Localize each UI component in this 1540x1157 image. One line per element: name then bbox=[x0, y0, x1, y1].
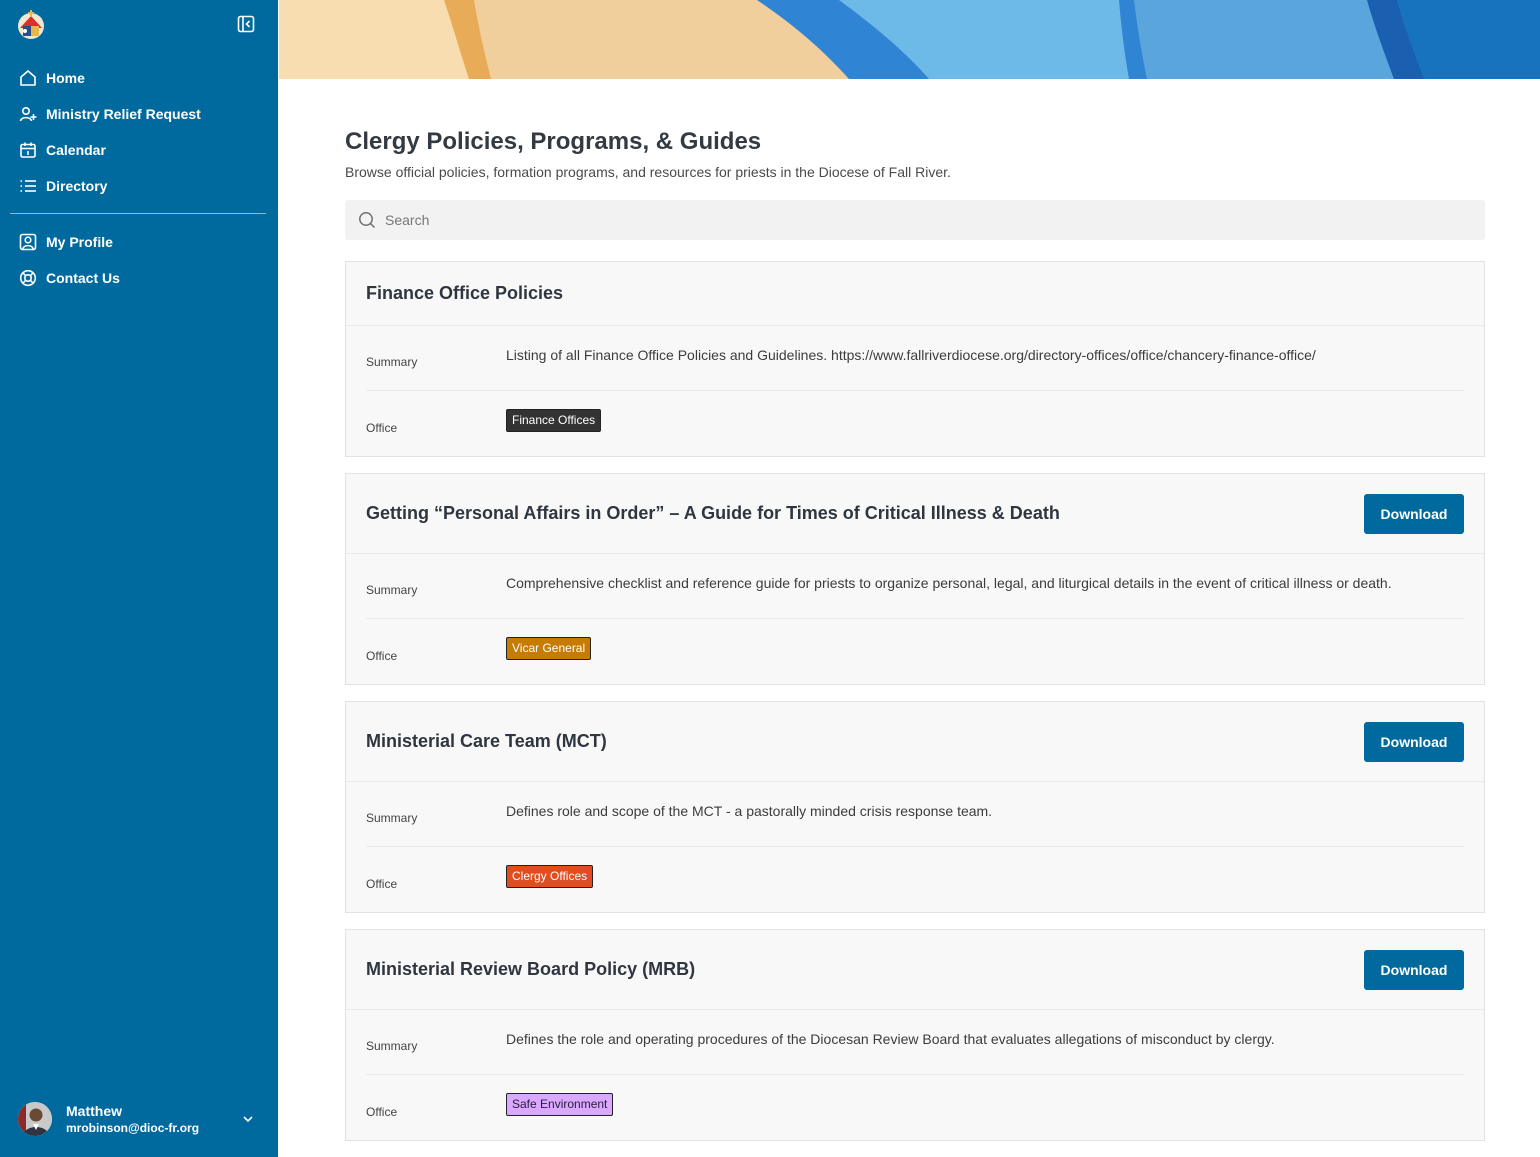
collapse-sidebar-icon[interactable] bbox=[236, 14, 258, 36]
resource-card: Finance Office Policies Summary Listing … bbox=[345, 261, 1485, 457]
user-name: Matthew bbox=[66, 1102, 122, 1119]
main-nav: Home Ministry Relief Request Calendar Di… bbox=[10, 60, 266, 296]
office-row: Office Safe Environment bbox=[366, 1075, 1464, 1140]
card-header: Ministerial Care Team (MCT) Download bbox=[346, 702, 1484, 782]
office-tag: Clergy Offices bbox=[506, 865, 594, 888]
download-button[interactable]: Download bbox=[1364, 493, 1464, 534]
profile-icon bbox=[18, 232, 38, 252]
summary-text: Defines the role and operating procedure… bbox=[506, 1031, 1275, 1047]
summary-row: Summary Defines role and scope of the MC… bbox=[366, 782, 1464, 847]
nav-label: Calendar bbox=[46, 142, 106, 158]
lifebuoy-icon bbox=[18, 268, 38, 288]
user-email: mrobinson@dioc-fr.org bbox=[66, 1120, 200, 1135]
user-menu[interactable]: Matthew mrobinson@dioc-fr.org bbox=[18, 1099, 262, 1139]
office-label: Office bbox=[366, 648, 398, 663]
summary-row: Summary Comprehensive checklist and refe… bbox=[366, 554, 1464, 619]
nav-label: Ministry Relief Request bbox=[46, 106, 201, 122]
office-row: Office Vicar General bbox=[366, 619, 1464, 684]
main-content: Clergy Policies, Programs, & Guides Brow… bbox=[345, 126, 1485, 1141]
nav-item-contact-us[interactable]: Contact Us bbox=[10, 260, 266, 296]
page-subtitle: Browse official policies, formation prog… bbox=[345, 164, 951, 180]
user-plus-icon bbox=[18, 104, 38, 124]
calendar-icon bbox=[18, 140, 38, 160]
summary-label: Summary bbox=[366, 811, 418, 825]
sidebar: Home Ministry Relief Request Calendar Di… bbox=[0, 0, 278, 1157]
avatar bbox=[18, 1102, 52, 1136]
card-header: Getting “Personal Affairs in Order” – A … bbox=[346, 474, 1484, 554]
nav-item-calendar[interactable]: Calendar bbox=[10, 132, 266, 168]
summary-row: Summary Listing of all Finance Office Po… bbox=[366, 326, 1464, 391]
card-header: Ministerial Review Board Policy (MRB) Do… bbox=[346, 930, 1484, 1010]
search-input[interactable] bbox=[385, 212, 1285, 228]
page-title: Clergy Policies, Programs, & Guides bbox=[345, 128, 762, 155]
card-title: Ministerial Review Board Policy (MRB) bbox=[366, 959, 696, 979]
office-row: Office Finance Offices bbox=[366, 391, 1464, 456]
office-tag: Safe Environment bbox=[506, 1093, 614, 1116]
nav-item-ministry-relief-request[interactable]: Ministry Relief Request bbox=[10, 96, 266, 132]
card-title: Ministerial Care Team (MCT) bbox=[366, 731, 607, 751]
resource-card: Ministerial Review Board Policy (MRB) Do… bbox=[345, 929, 1485, 1141]
resource-card: Ministerial Care Team (MCT) Download Sum… bbox=[345, 701, 1485, 913]
list-icon bbox=[18, 176, 38, 196]
card-title: Getting “Personal Affairs in Order” – A … bbox=[366, 503, 1060, 523]
summary-row: Summary Defines the role and operating p… bbox=[366, 1010, 1464, 1075]
download-button[interactable]: Download bbox=[1364, 949, 1464, 990]
summary-label: Summary bbox=[366, 583, 418, 597]
nav-label: Home bbox=[46, 70, 85, 86]
summary-label: Summary bbox=[366, 1039, 418, 1053]
nav-item-my-profile[interactable]: My Profile bbox=[10, 224, 266, 260]
office-label: Office bbox=[366, 1104, 398, 1119]
summary-label: Summary bbox=[366, 355, 418, 369]
nav-label: Directory bbox=[46, 178, 108, 194]
card-header: Finance Office Policies bbox=[346, 262, 1484, 326]
office-tag: Vicar General bbox=[506, 637, 592, 660]
search-bar[interactable] bbox=[345, 200, 1485, 240]
user-info: Matthew mrobinson@dioc-fr.org bbox=[66, 1103, 240, 1136]
search-icon bbox=[358, 211, 376, 229]
nav-label: My Profile bbox=[46, 234, 113, 250]
nav-divider bbox=[10, 213, 266, 214]
header-banner bbox=[279, 0, 1540, 79]
summary-text: Defines role and scope of the MCT - a pa… bbox=[506, 803, 993, 819]
office-row: Office Clergy Offices bbox=[366, 847, 1464, 912]
office-label: Office bbox=[366, 876, 398, 891]
nav-item-directory[interactable]: Directory bbox=[10, 168, 266, 204]
nav-item-home[interactable]: Home bbox=[10, 60, 266, 96]
summary-text: Listing of all Finance Office Policies a… bbox=[506, 347, 1316, 363]
home-icon bbox=[18, 68, 38, 88]
nav-label: Contact Us bbox=[46, 270, 120, 286]
resource-card: Getting “Personal Affairs in Order” – A … bbox=[345, 473, 1485, 685]
card-title: Finance Office Policies bbox=[366, 283, 564, 303]
chevron-down-icon[interactable] bbox=[240, 1111, 256, 1127]
office-tag: Finance Offices bbox=[506, 409, 602, 432]
office-label: Office bbox=[366, 420, 398, 435]
download-button[interactable]: Download bbox=[1364, 721, 1464, 762]
summary-text: Comprehensive checklist and reference gu… bbox=[506, 575, 1392, 591]
diocese-logo[interactable] bbox=[14, 8, 48, 42]
